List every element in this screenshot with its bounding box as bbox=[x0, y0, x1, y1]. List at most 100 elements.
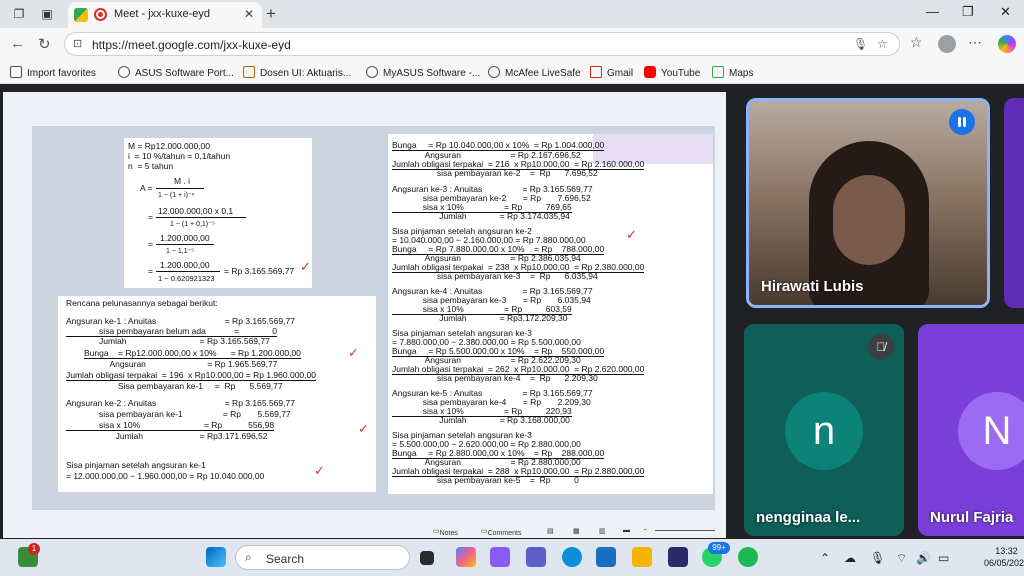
bookmark-maps[interactable]: Maps bbox=[712, 66, 753, 79]
camera-face bbox=[833, 175, 905, 265]
bookmark-gmail[interactable]: Gmail bbox=[590, 66, 633, 79]
bookmark-youtube[interactable]: YouTube bbox=[644, 66, 700, 79]
wifi-icon[interactable]: ⌔ bbox=[896, 551, 907, 566]
formula-line: 12.000.000,00 x 0,1 bbox=[158, 206, 234, 216]
clock[interactable]: 13:32 06/05/2025 bbox=[984, 545, 1024, 569]
address-bar[interactable]: ⊡ https://meet.google.com/jxx-kuxe-eyd 🎙… bbox=[64, 32, 900, 56]
formula-line: = bbox=[148, 212, 153, 222]
notes-button[interactable]: ▭ Notes bbox=[433, 527, 458, 537]
bookmark-dosen[interactable]: Dosen UI: Aktuaris... bbox=[243, 66, 351, 79]
formula-line: = bbox=[148, 239, 153, 249]
slide: M = Rp12.000.000,00 i = 10 %/tahun = 0,1… bbox=[32, 126, 715, 510]
view-normal-icon[interactable]: ▤ bbox=[547, 527, 554, 535]
calc-line: sisa pembayaran ke-1 = Rp 5.569,77 bbox=[66, 409, 291, 419]
calc-line: sisa pembayaran ke-4 = Rp 2.209,30 bbox=[392, 373, 598, 383]
calc-line: Jumlah = Rp 3.168.000,00 bbox=[392, 415, 570, 425]
teams-icon[interactable] bbox=[526, 547, 546, 567]
formula-line: = Rp 3.165.569,77 bbox=[224, 266, 295, 276]
bookmark-asus[interactable]: ASUS Software Port... bbox=[118, 66, 234, 79]
minimize-button[interactable]: — bbox=[926, 4, 939, 19]
restore-button[interactable]: ❐ bbox=[962, 4, 974, 20]
formula-line: n = 5 tahun bbox=[128, 161, 174, 171]
check-mark-icon: ✓ bbox=[348, 345, 359, 360]
whatsapp-badge: 99+ bbox=[708, 542, 730, 554]
battery-icon[interactable]: ▭ bbox=[938, 551, 949, 565]
recording-icon bbox=[94, 8, 107, 21]
start-icon[interactable] bbox=[206, 547, 226, 567]
mic-off-icon: 🎙̸ bbox=[868, 334, 894, 360]
close-window-button[interactable]: ✕ bbox=[1000, 4, 1011, 20]
favorites-icon[interactable]: ☆ bbox=[910, 34, 923, 51]
task-view-icon[interactable] bbox=[420, 551, 434, 565]
presentation-toolbar: ▭ Notes ▭ Comments ▤ ▦ ▥ ▬ − bbox=[3, 524, 726, 538]
favorite-star-icon[interactable]: ☆ bbox=[877, 37, 888, 51]
formula-line: i = 10 %/tahun = 0,1/tahun bbox=[128, 151, 231, 161]
copilot-taskbar-icon[interactable] bbox=[456, 547, 476, 567]
tab-meet[interactable]: Meet - jxx-kuxe-eyd ✕ bbox=[68, 2, 262, 28]
bookmark-mcafee[interactable]: McAfee LiveSafe bbox=[488, 66, 581, 79]
participant-tile-main[interactable]: Hirawati Lubis bbox=[746, 98, 990, 308]
formula-line: A = bbox=[140, 183, 153, 193]
participant-name: Nurul Fajria bbox=[930, 509, 1014, 526]
formula-line: 1.200.000,00 bbox=[160, 233, 210, 243]
calc-line: sisa pembayaran ke-5 = Rp 0 bbox=[392, 475, 579, 485]
meet-favicon-icon bbox=[74, 8, 88, 22]
app-icon[interactable] bbox=[668, 547, 688, 567]
profile-avatar[interactable] bbox=[938, 35, 956, 53]
participant-tile-2[interactable]: 🎙̸ n nengginaa le... bbox=[744, 324, 904, 536]
search-label: Search bbox=[266, 552, 305, 566]
formula-line: 1.200.000,00 bbox=[160, 260, 210, 270]
bookmarks-bar: Import favorites ASUS Software Port... D… bbox=[0, 60, 1024, 84]
calc-line: = 12.000.000,00 − 1.960.000,00 = Rp 10.0… bbox=[66, 471, 265, 481]
participant-name: nengginaa le... bbox=[756, 509, 861, 526]
spotify-icon[interactable] bbox=[738, 547, 758, 567]
file-explorer-icon[interactable] bbox=[632, 547, 652, 567]
participant-initial-avatar: n bbox=[785, 392, 863, 470]
chevron-up-icon[interactable]: ⌃ bbox=[820, 551, 830, 565]
clock-date: 06/05/2025 bbox=[984, 558, 1024, 568]
view-slideshow-icon[interactable]: ▬ bbox=[623, 527, 630, 534]
onedrive-icon[interactable]: ☁ bbox=[844, 551, 856, 565]
bookmark-myasus[interactable]: MyASUS Software -... bbox=[366, 66, 480, 79]
calc-line: Angsuran ke-2 : Anuitas = Rp 3.165.569,7… bbox=[66, 398, 295, 408]
edge-icon[interactable] bbox=[562, 547, 582, 567]
taskbar-search[interactable]: ⌕ Search bbox=[235, 545, 410, 570]
calc-line: sisa pembayaran ke-2 = Rp 7.696,52 bbox=[392, 168, 598, 178]
check-mark-icon: ✓ bbox=[626, 227, 637, 242]
url-text[interactable]: https://meet.google.com/jxx-kuxe-eyd bbox=[92, 38, 291, 52]
refresh-icon[interactable]: ↻ bbox=[38, 35, 51, 53]
bookmark-import-favorites[interactable]: Import favorites bbox=[10, 66, 96, 79]
calc-line: Sisa pinjaman setelah angsuran ke-1 bbox=[66, 460, 206, 470]
view-grid-icon[interactable]: ▦ bbox=[573, 527, 580, 535]
calc-line: Jumlah obligasi terpakai = 196 x Rp10.00… bbox=[66, 370, 316, 381]
site-info-icon[interactable]: ⊡ bbox=[73, 37, 82, 50]
new-tab-button[interactable]: + bbox=[266, 4, 276, 24]
participant-tile-3[interactable]: N Nurul Fajria bbox=[918, 324, 1024, 536]
formula-line: = bbox=[148, 266, 153, 276]
windows-taskbar: 1 ⌕ Search 99+ ⌃ ☁ 🎙 ⌔ 🔊 ▭ 13:32 06/05/2… bbox=[0, 539, 1024, 576]
close-tab-icon[interactable]: ✕ bbox=[244, 7, 254, 21]
formula-line: 1 − (1 + i)⁻ⁿ bbox=[158, 192, 195, 199]
notification-badge: 1 bbox=[28, 543, 40, 555]
tab-actions-icon[interactable]: ▣ bbox=[38, 5, 56, 23]
formula-line: M = Rp12.000.000,00 bbox=[128, 141, 210, 151]
back-icon[interactable]: ← bbox=[10, 35, 25, 52]
comments-button[interactable]: ▭ Comments bbox=[481, 527, 521, 537]
microphone-icon[interactable]: 🎙 bbox=[853, 37, 868, 51]
calc-line: Jumlah = Rp3.171.696,52 bbox=[66, 431, 268, 441]
store-icon[interactable] bbox=[596, 547, 616, 567]
participant-tile-partial[interactable] bbox=[1004, 98, 1024, 308]
tab-strip: ❐ ▣ Meet - jxx-kuxe-eyd ✕ + — ❐ ✕ bbox=[0, 0, 1024, 28]
address-toolbar: ← ↻ ⊡ https://meet.google.com/jxx-kuxe-e… bbox=[0, 28, 1024, 60]
mic-tray-icon[interactable]: 🎙 bbox=[870, 551, 885, 565]
search-icon: ⌕ bbox=[245, 550, 252, 564]
zoom-out-icon[interactable]: − bbox=[643, 527, 647, 534]
copilot-icon[interactable] bbox=[998, 35, 1016, 53]
volume-icon[interactable]: 🔊 bbox=[916, 551, 931, 565]
formula-line: 1 − 1,1⁻⁵ bbox=[166, 248, 195, 255]
more-menu-icon[interactable]: ⋯ bbox=[968, 34, 982, 51]
clipchamp-icon[interactable] bbox=[490, 547, 510, 567]
view-reading-icon[interactable]: ▥ bbox=[599, 527, 606, 535]
zoom-slider[interactable] bbox=[655, 530, 715, 531]
workspaces-icon[interactable]: ❐ bbox=[10, 5, 28, 23]
